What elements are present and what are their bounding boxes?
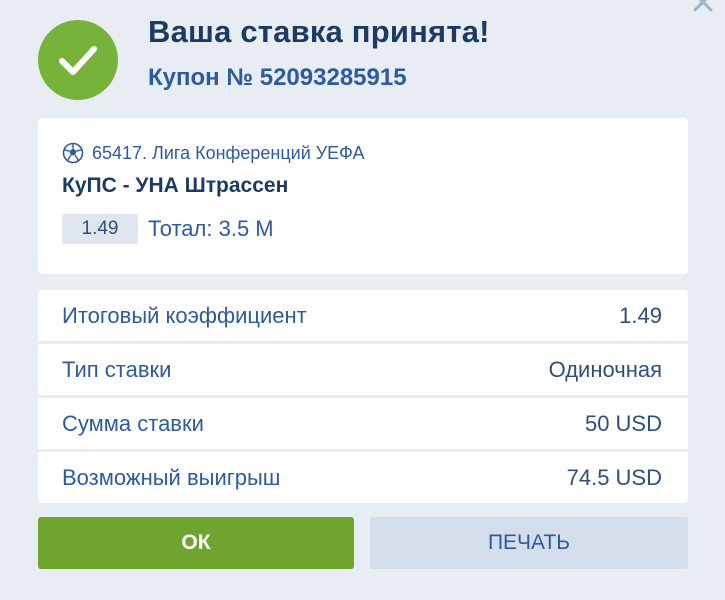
summary-label: Сумма ставки (62, 410, 204, 436)
league-row: 65417. Лига Конференций УЕФА (62, 142, 364, 164)
bet-outcome: Тотал: 3.5 М (148, 216, 274, 241)
summary-row-total-odds: Итоговый коэффициент 1.49 (38, 290, 688, 341)
close-icon (693, 0, 713, 12)
summary-label: Тип ставки (62, 356, 172, 382)
confirmation-title: Ваша ставка принята! (148, 14, 490, 49)
summary-value: 1.49 (619, 302, 662, 328)
summary-value: Одиночная (548, 356, 662, 382)
bet-summary: Итоговый коэффициент 1.49 Тип ставки Оди… (38, 290, 688, 503)
summary-label: Итоговый коэффициент (62, 302, 307, 328)
bet-selection: 1.49 Тотал: 3.5 М (62, 214, 274, 244)
close-button[interactable] (689, 0, 717, 20)
coupon-number: Купон № 52093285915 (148, 64, 407, 91)
summary-row-stake: Сумма ставки 50 USD (38, 398, 688, 449)
summary-row-bet-type: Тип ставки Одиночная (38, 344, 688, 395)
ok-button[interactable]: ОК (38, 517, 354, 569)
match-name: КуПС - УНА Штрассен (62, 174, 289, 197)
soccer-ball-icon (62, 142, 84, 164)
event-card: 65417. Лига Конференций УЕФА КуПС - УНА … (38, 118, 688, 274)
summary-value: 74.5 USD (566, 464, 662, 490)
checkmark-icon (59, 46, 97, 75)
success-badge (38, 20, 118, 100)
summary-row-possible-win: Возможный выигрыш 74.5 USD (38, 452, 688, 503)
league-name: 65417. Лига Конференций УЕФА (92, 142, 365, 163)
summary-value: 50 USD (584, 410, 662, 436)
print-button[interactable]: ПЕЧАТЬ (370, 517, 688, 569)
odds-badge: 1.49 (62, 214, 138, 244)
summary-label: Возможный выигрыш (62, 464, 281, 490)
